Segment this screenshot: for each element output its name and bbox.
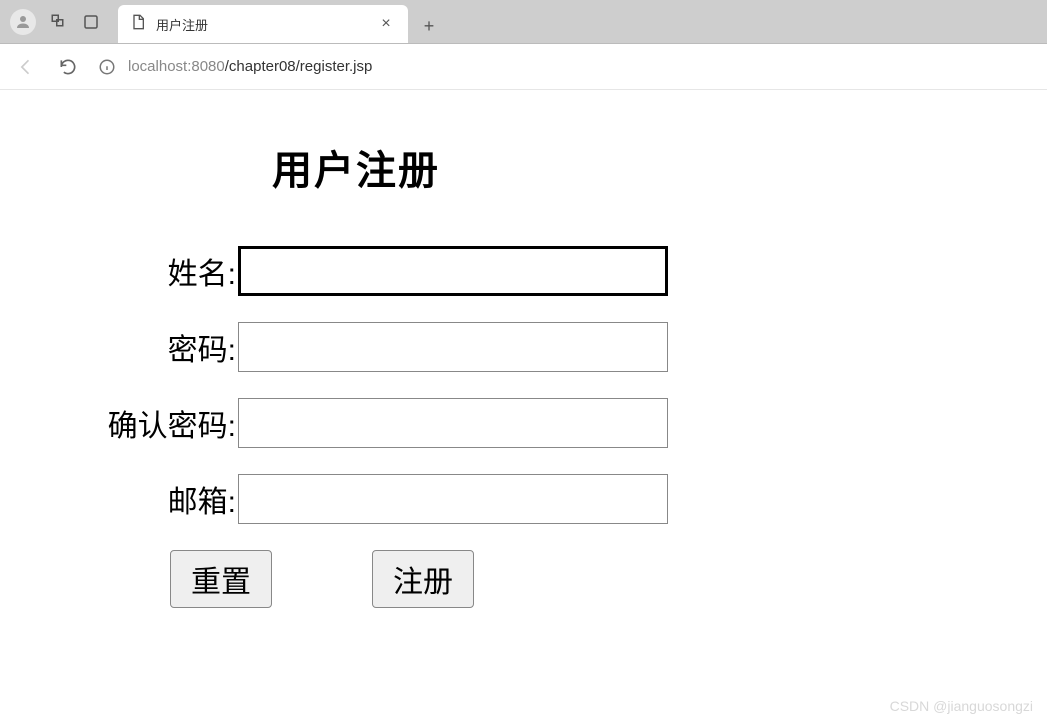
label-confirm-password: 确认密码: [20,401,238,445]
submit-button[interactable]: 注册 [372,550,474,608]
label-password: 密码: [20,325,238,369]
back-button[interactable] [14,55,38,79]
new-tab-button[interactable]: + [412,9,446,43]
url-host: localhost [128,58,187,75]
close-icon[interactable]: × [376,15,396,33]
url-port: :8080 [187,58,225,75]
page-content: 用户注册 姓名: 密码: 确认密码: 邮箱: 重置 注册 [0,90,1047,638]
profile-icon[interactable] [10,9,36,35]
address-bar: localhost:8080/chapter08/register.jsp [0,44,1047,90]
url-text[interactable]: localhost:8080/chapter08/register.jsp [128,58,372,75]
browser-tab[interactable]: 用户注册 × [118,5,408,43]
button-row: 重置 注册 [170,550,1027,608]
workspaces-icon[interactable] [50,13,68,31]
password-input[interactable] [238,322,668,372]
site-info-icon[interactable] [98,58,116,76]
url-path: /chapter08/register.jsp [225,58,373,75]
name-input[interactable] [238,246,668,296]
form-row-password: 密码: [20,322,1027,372]
reset-button[interactable]: 重置 [170,550,272,608]
page-icon [130,14,146,35]
refresh-button[interactable] [56,55,80,79]
form-row-email: 邮箱: [20,474,1027,524]
form-row-confirm-password: 确认密码: [20,398,1027,448]
page-title: 用户注册 [272,138,1027,196]
tab-actions-icon[interactable] [82,13,100,31]
email-input[interactable] [238,474,668,524]
confirm-password-input[interactable] [238,398,668,448]
label-name: 姓名: [20,249,238,293]
label-email: 邮箱: [20,477,238,521]
form-row-name: 姓名: [20,246,1027,296]
browser-tab-strip: 用户注册 × + [0,0,1047,44]
watermark: CSDN @jianguosongzi [890,698,1033,714]
tab-title: 用户注册 [156,15,366,34]
